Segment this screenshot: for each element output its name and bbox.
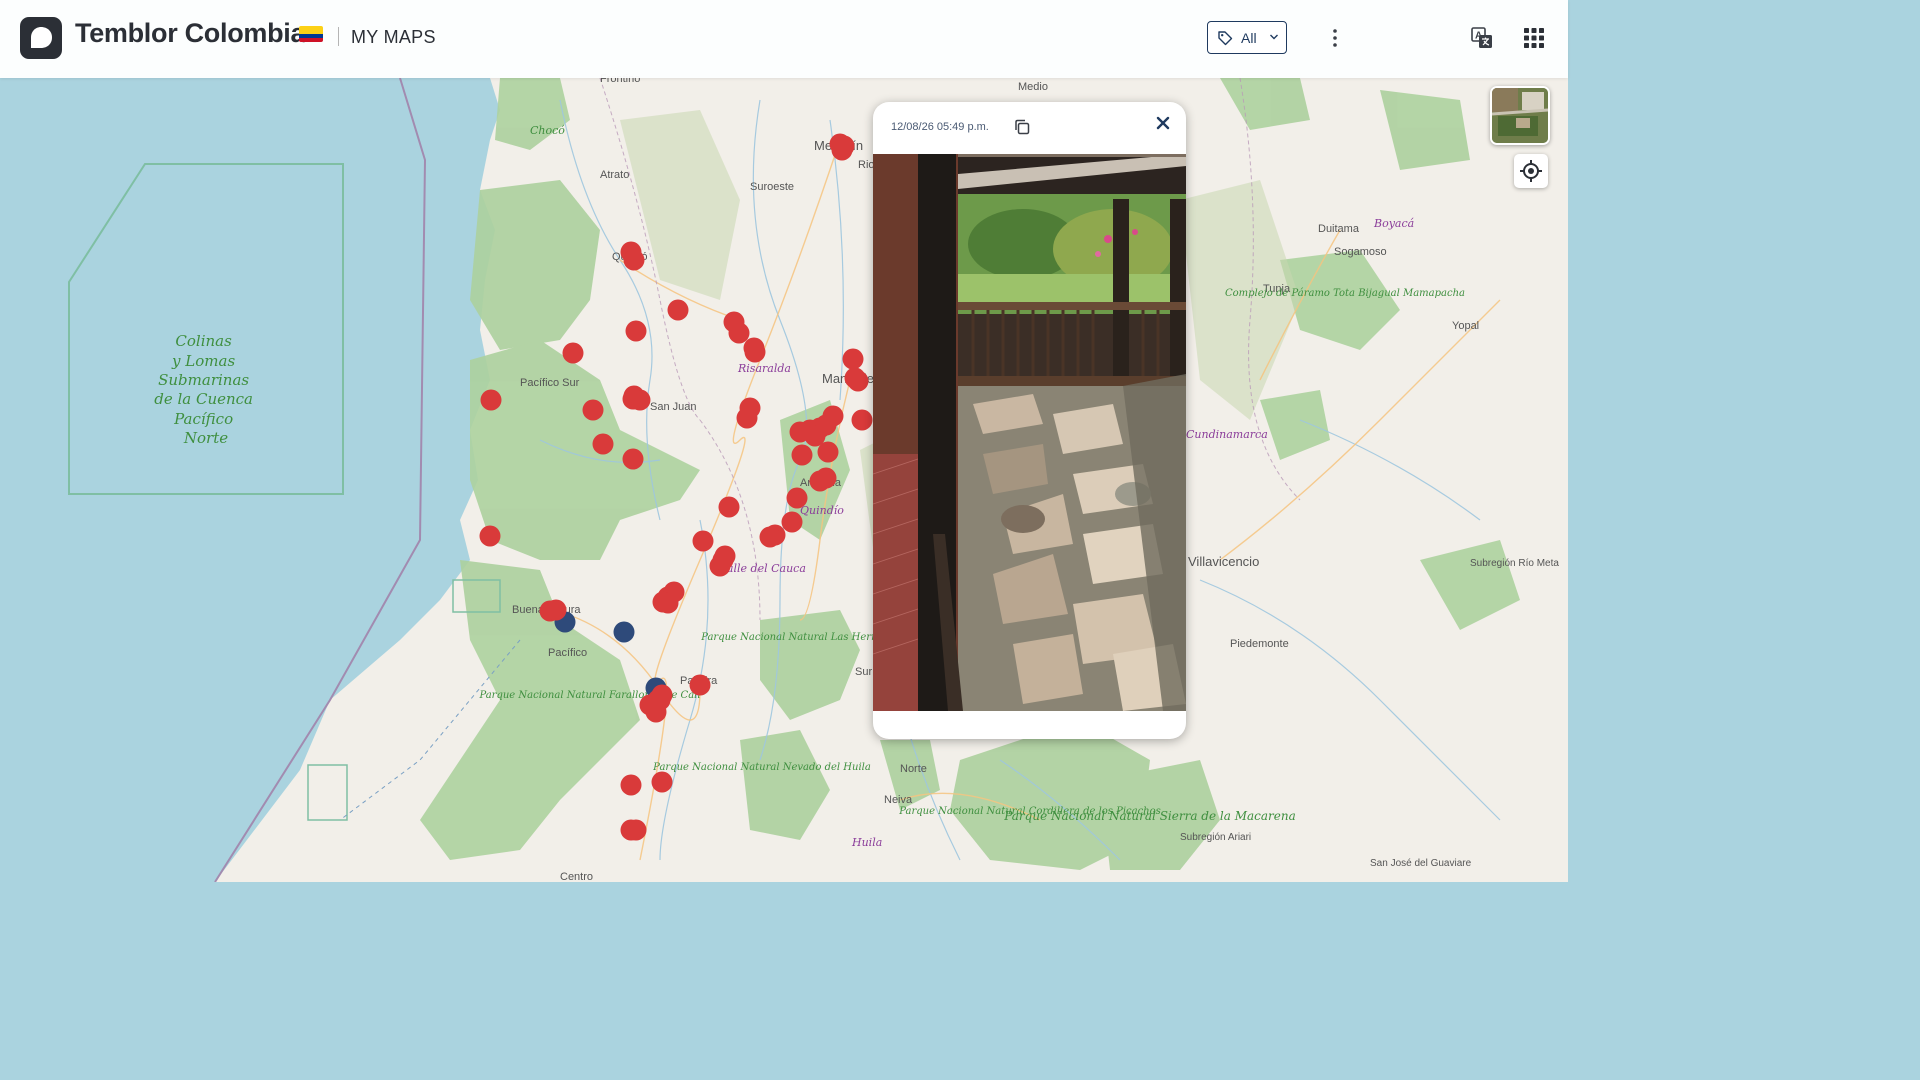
place-label: San Juan bbox=[650, 401, 696, 413]
more-options-button[interactable] bbox=[1322, 23, 1348, 53]
place-label: Pacífico Sur bbox=[520, 377, 580, 389]
park-label: Parque Nacional Natural Sierra de la Mac… bbox=[1003, 809, 1296, 823]
place-label: Subregión Río Meta bbox=[1470, 558, 1559, 569]
translate-icon: A bbox=[1471, 27, 1492, 48]
report-marker[interactable] bbox=[728, 322, 750, 344]
report-marker[interactable] bbox=[582, 399, 604, 421]
locate-me-button[interactable] bbox=[1514, 154, 1548, 188]
app-logo[interactable] bbox=[20, 17, 62, 59]
report-timestamp: 12/08/26 05:49 p.m. bbox=[891, 121, 989, 133]
report-marker[interactable] bbox=[625, 819, 647, 841]
place-label: Sur bbox=[855, 666, 872, 678]
place-label: Valle del Cauca bbox=[720, 562, 806, 575]
map-canvas[interactable]: Colinas y Lomas Submarinas de la Cuenca … bbox=[0, 0, 1568, 882]
place-label: Centro bbox=[560, 871, 593, 882]
place-label: Chocó bbox=[530, 124, 565, 137]
tag-filter-dropdown[interactable]: All bbox=[1207, 21, 1287, 54]
close-popup-button[interactable] bbox=[1154, 114, 1172, 132]
report-marker[interactable] bbox=[842, 348, 864, 370]
chat-bubble-icon bbox=[31, 27, 52, 48]
report-marker[interactable] bbox=[712, 549, 734, 571]
place-label: Neiva bbox=[884, 794, 913, 806]
report-marker[interactable] bbox=[657, 592, 679, 614]
copy-icon bbox=[1015, 119, 1030, 135]
report-marker[interactable] bbox=[623, 249, 645, 271]
report-marker[interactable] bbox=[847, 370, 869, 392]
crosshair-icon bbox=[1520, 160, 1542, 182]
place-label: Pacífico bbox=[548, 647, 587, 659]
satellite-layer-thumbnail[interactable] bbox=[1490, 86, 1550, 145]
report-marker[interactable] bbox=[622, 448, 644, 470]
apps-grid-icon bbox=[1524, 28, 1544, 48]
chevron-down-icon bbox=[1270, 34, 1278, 40]
header-divider bbox=[338, 27, 339, 46]
report-marker[interactable] bbox=[744, 341, 766, 363]
report-marker[interactable] bbox=[620, 774, 642, 796]
place-label: Villavicencio bbox=[1188, 554, 1259, 569]
report-marker[interactable] bbox=[786, 487, 808, 509]
my-maps-link[interactable]: MY MAPS bbox=[351, 27, 436, 48]
report-marker[interactable] bbox=[789, 421, 811, 443]
kebab-menu-icon bbox=[1333, 29, 1337, 47]
flag-stripe-yellow bbox=[299, 26, 323, 34]
place-label: Huila bbox=[851, 836, 882, 849]
place-label: Yopal bbox=[1452, 320, 1479, 332]
place-label: Subregión Ariari bbox=[1180, 832, 1251, 843]
report-marker[interactable] bbox=[692, 530, 714, 552]
report-marker[interactable] bbox=[817, 441, 839, 463]
damage-photo[interactable] bbox=[873, 154, 1186, 711]
place-label: Sogamoso bbox=[1334, 246, 1387, 258]
report-marker[interactable] bbox=[651, 771, 673, 793]
park-label: Parque Nacional Natural Nevado del Huila bbox=[652, 762, 871, 773]
report-marker[interactable] bbox=[851, 409, 873, 431]
place-label: Piedemonte bbox=[1230, 638, 1289, 650]
report-marker[interactable] bbox=[791, 444, 813, 466]
app-title: Temblor Colombia bbox=[75, 18, 306, 48]
colombia-flag-icon bbox=[299, 26, 323, 42]
place-label: Cundinamarca bbox=[1186, 428, 1268, 441]
report-marker[interactable] bbox=[625, 320, 647, 342]
report-marker[interactable] bbox=[759, 526, 781, 548]
report-marker[interactable] bbox=[831, 139, 853, 161]
report-marker[interactable] bbox=[781, 511, 803, 533]
place-label: Suroeste bbox=[750, 181, 794, 193]
close-icon bbox=[1156, 116, 1170, 130]
report-marker[interactable] bbox=[815, 467, 837, 489]
report-marker-other[interactable] bbox=[613, 621, 635, 643]
tag-filter-value: All bbox=[1241, 30, 1257, 46]
place-label: Atrato bbox=[600, 169, 629, 181]
place-label: Risaralda bbox=[737, 362, 791, 375]
report-popup: 12/08/26 05:49 p.m. bbox=[873, 102, 1186, 739]
place-label: Medio bbox=[1018, 81, 1048, 93]
place-label: Boyacá bbox=[1373, 217, 1414, 230]
report-marker[interactable] bbox=[545, 599, 567, 621]
copy-button[interactable] bbox=[1013, 118, 1031, 136]
tag-icon bbox=[1218, 31, 1233, 46]
satellite-thumbnail-image bbox=[1492, 88, 1548, 143]
marine-area-label: Colinas y Lomas Submarinas de la Cuenca … bbox=[154, 332, 258, 447]
flag-stripe-red bbox=[299, 38, 323, 42]
report-marker[interactable] bbox=[562, 342, 584, 364]
apps-grid-button[interactable] bbox=[1520, 24, 1548, 52]
app-header: Temblor Colombia MY MAPS All A bbox=[0, 0, 1568, 78]
report-marker[interactable] bbox=[592, 433, 614, 455]
report-marker[interactable] bbox=[641, 695, 663, 717]
park-label: Complejo de Páramo Tota Bijagual Mamapac… bbox=[1225, 288, 1465, 299]
translate-button[interactable]: A bbox=[1468, 24, 1496, 52]
report-marker[interactable] bbox=[689, 674, 711, 696]
report-marker[interactable] bbox=[479, 525, 501, 547]
place-label: Norte bbox=[900, 763, 927, 775]
report-marker[interactable] bbox=[622, 388, 644, 410]
place-label: San José del Guaviare bbox=[1370, 858, 1472, 869]
place-label: Quindío bbox=[800, 504, 844, 517]
report-marker[interactable] bbox=[667, 299, 689, 321]
report-marker[interactable] bbox=[718, 496, 740, 518]
report-marker[interactable] bbox=[480, 389, 502, 411]
place-label: Duitama bbox=[1318, 223, 1360, 235]
report-marker[interactable] bbox=[736, 407, 758, 429]
